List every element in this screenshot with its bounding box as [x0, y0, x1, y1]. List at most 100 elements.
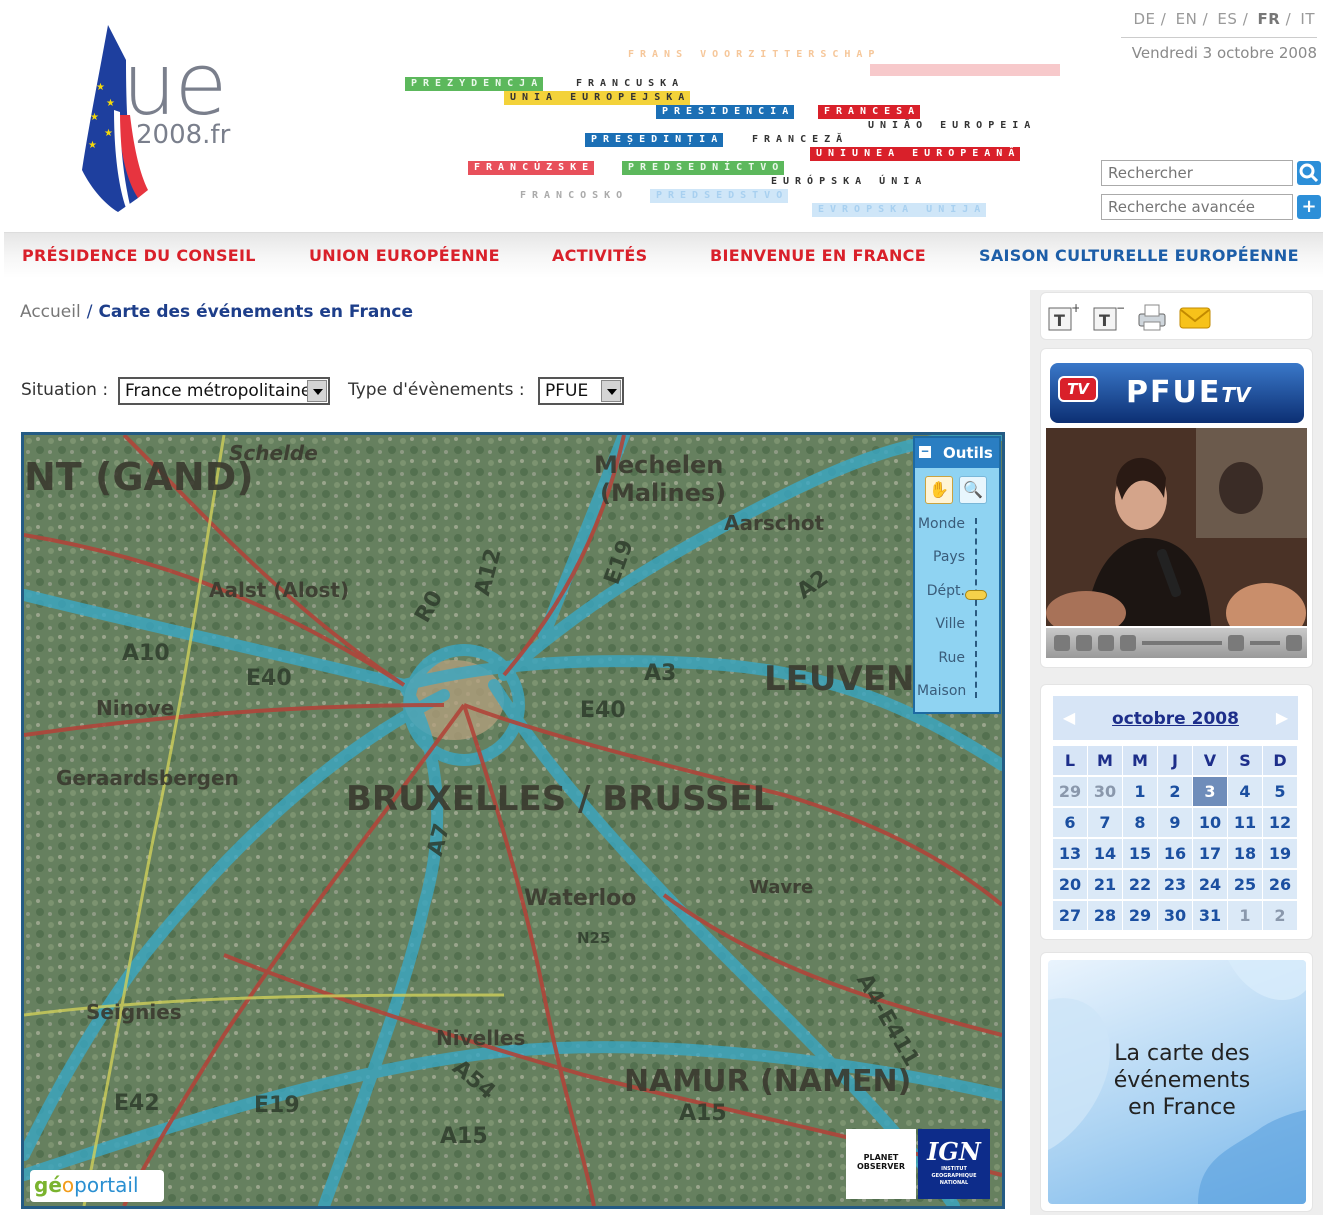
nav-activites[interactable]: ACTIVITÉS	[552, 246, 647, 265]
video-player[interactable]	[1046, 428, 1307, 626]
calendar-day[interactable]: 14	[1088, 839, 1122, 868]
calendar-day[interactable]: 21	[1088, 870, 1122, 899]
events-map-card[interactable]: La carte des événements en France	[1048, 960, 1306, 1204]
calendar-day[interactable]: 2	[1158, 777, 1192, 806]
lang-it-link[interactable]: IT	[1300, 10, 1315, 28]
calendar-day[interactable]: 30	[1088, 777, 1122, 806]
calendar-day[interactable]: 7	[1088, 808, 1122, 837]
calendar-weekday: L	[1053, 746, 1087, 775]
map-place-label: Aarschot	[724, 511, 825, 535]
planet-observer-text: PLANET OBSERVER	[856, 1153, 906, 1171]
map-card-line: événements	[1113, 1068, 1251, 1093]
calendar-day[interactable]: 31	[1193, 901, 1227, 930]
ue2008-logo[interactable]: ★ ★ ★ ★ ★ ue 2008.fr	[78, 20, 258, 215]
lang-fr-link[interactable]: FR	[1258, 10, 1281, 28]
email-button[interactable]	[1178, 302, 1211, 332]
ign-logo[interactable]: IGN INSTITUT GEOGRAPHIQUE NATIONAL	[918, 1129, 990, 1199]
calendar-day[interactable]: 2	[1263, 901, 1297, 930]
volume-slider[interactable]	[1250, 641, 1280, 645]
zoom-level-pays[interactable]: Pays	[917, 549, 965, 565]
nav-label: PRÉSIDENCE DU CONSEIL	[22, 246, 256, 265]
nav-bienvenue-en-france[interactable]: BIENVENUE EN FRANCE	[710, 246, 926, 265]
calendar-day[interactable]: 19	[1263, 839, 1297, 868]
advanced-search-button[interactable]: +	[1297, 195, 1321, 219]
map-place-label: Seignies	[86, 1000, 182, 1024]
calendar-day[interactable]: 6	[1053, 808, 1087, 837]
geoportail-logo-part: o	[61, 1173, 75, 1197]
tv-title: PFUETV	[1126, 375, 1250, 410]
advanced-search-field[interactable]	[1101, 194, 1293, 220]
lang-de-link[interactable]: DE	[1134, 10, 1156, 28]
calendar-weekday: S	[1228, 746, 1262, 775]
event-type-label: Type d'évènements :	[348, 380, 525, 400]
map-road-label: A15	[440, 1124, 488, 1149]
text-smaller-button[interactable]: T −	[1092, 301, 1126, 332]
calendar-day[interactable]: 15	[1123, 839, 1157, 868]
planet-observer-logo[interactable]: PLANET OBSERVER	[846, 1129, 916, 1199]
calendar-day[interactable]: 5	[1263, 777, 1297, 806]
calendar-day[interactable]: 30	[1158, 901, 1192, 930]
next-button[interactable]	[1120, 635, 1136, 651]
breadcrumb-home-link[interactable]: Accueil	[20, 302, 81, 322]
calendar-day[interactable]: 29	[1123, 901, 1157, 930]
calendar-day[interactable]: 24	[1193, 870, 1227, 899]
calendar-day[interactable]: 25	[1228, 870, 1262, 899]
print-button[interactable]	[1135, 302, 1167, 332]
lang-en-link[interactable]: EN	[1176, 10, 1198, 28]
calendar-day[interactable]: 18	[1228, 839, 1262, 868]
zoom-scale[interactable]	[975, 518, 977, 698]
calendar-day[interactable]: 1	[1228, 901, 1262, 930]
nav-presidence-du-conseil[interactable]: PRÉSIDENCE DU CONSEIL	[22, 246, 256, 265]
zoom-level-ville[interactable]: Ville	[917, 616, 965, 632]
banner-band: UNIÃO EUROPEIA	[868, 120, 1037, 131]
calendar-day[interactable]: 17	[1193, 839, 1227, 868]
previous-button[interactable]	[1098, 635, 1114, 651]
lang-es-link[interactable]: ES	[1217, 10, 1237, 28]
calendar-month-link[interactable]: octobre 2008	[1053, 709, 1298, 729]
calendar-day[interactable]: 9	[1158, 808, 1192, 837]
events-map[interactable]: NT (GAND) Mechelen (Malines) Aarschot Aa…	[21, 432, 1005, 1209]
nav-saison-culturelle-europeenne[interactable]: SAISON CULTURELLE EUROPÉENNE	[979, 246, 1299, 265]
zoom-slider-handle[interactable]	[965, 590, 987, 600]
calendar-day[interactable]: 12	[1263, 808, 1297, 837]
pfue-tv-banner[interactable]: TV PFUETV	[1050, 363, 1304, 423]
search-input[interactable]	[1101, 160, 1293, 186]
geoportail-logo[interactable]: géoportail	[30, 1170, 164, 1202]
calendar-week-row: 27 28 29 30 31 1 2	[1053, 901, 1298, 930]
search-button[interactable]	[1297, 161, 1321, 185]
zoom-level-maison[interactable]: Maison	[917, 683, 966, 699]
calendar-day[interactable]: 3	[1193, 777, 1227, 806]
calendar-day[interactable]: 4	[1228, 777, 1262, 806]
play-button[interactable]	[1054, 635, 1070, 651]
stop-button[interactable]	[1076, 635, 1092, 651]
calendar-day[interactable]: 13	[1053, 839, 1087, 868]
calendar-day[interactable]: 1	[1123, 777, 1157, 806]
text-larger-button[interactable]: T +	[1047, 301, 1081, 332]
event-type-select[interactable]: PFUE	[538, 377, 624, 405]
map-canvas[interactable]: NT (GAND) Mechelen (Malines) Aarschot Aa…	[24, 435, 1002, 1206]
volume-icon[interactable]	[1228, 635, 1244, 651]
calendar-day[interactable]: 22	[1123, 870, 1157, 899]
zoom-tool-button[interactable]: 🔍	[959, 476, 987, 504]
zoom-level-monde[interactable]: Monde	[917, 516, 965, 532]
seek-bar[interactable]	[1142, 641, 1222, 645]
zoom-level-dept[interactable]: Dépt.	[917, 583, 965, 599]
calendar-day[interactable]: 23	[1158, 870, 1192, 899]
nav-union-europeenne[interactable]: UNION EUROPÉENNE	[309, 246, 500, 265]
calendar-day[interactable]: 20	[1053, 870, 1087, 899]
calendar-day[interactable]: 28	[1088, 901, 1122, 930]
fullscreen-button[interactable]	[1286, 635, 1302, 651]
calendar-day[interactable]: 29	[1053, 777, 1087, 806]
calendar-next-button[interactable]: ▶	[1272, 708, 1292, 728]
calendar-day[interactable]: 8	[1123, 808, 1157, 837]
calendar-day[interactable]: 16	[1158, 839, 1192, 868]
situation-select[interactable]: France métropolitaine	[118, 377, 330, 405]
calendar-day[interactable]: 10	[1193, 808, 1227, 837]
calendar-day[interactable]: 26	[1263, 870, 1297, 899]
calendar-day[interactable]: 27	[1053, 901, 1087, 930]
pan-tool-button[interactable]: ✋	[925, 476, 953, 504]
zoom-level-rue[interactable]: Rue	[917, 650, 965, 666]
calendar-day[interactable]: 11	[1228, 808, 1262, 837]
collapse-icon[interactable]: −	[919, 445, 931, 458]
calendar-weekday: M	[1088, 746, 1122, 775]
